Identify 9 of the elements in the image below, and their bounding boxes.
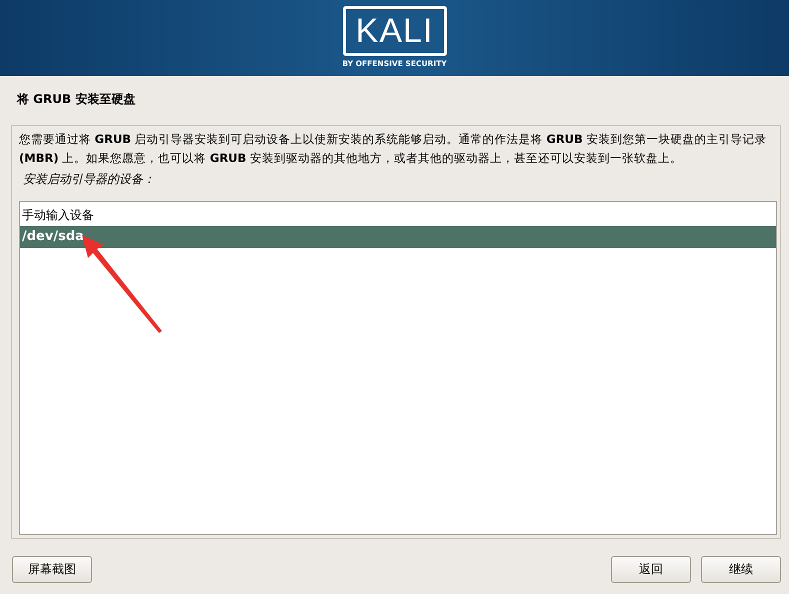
logo-text: KALI [356, 12, 434, 50]
description-text: 您需要通过将 GRUB 启动引导器安装到可启动设备上以使新安装的系统能够启动。通常的作法是将 GRUB 安装到您第一块硬盘的主引导记录 (MBR) 上。如果您愿意，也可以将 GRUB 安装到驱动器的其他地方，或者其他的驱动器上，甚至还可以安装到一张软盘上。 [19, 131, 768, 167]
device-item[interactable]: 手动输入设备 [20, 204, 776, 226]
back-button[interactable]: 返回 [611, 556, 691, 583]
continue-button[interactable]: 继续 [701, 556, 781, 583]
device-item[interactable]: /dev/sda [20, 226, 776, 248]
page-title: 将 GRUB 安装至硬盘 [16, 91, 136, 108]
prompt-label: 安装启动引导器的设备： [23, 171, 156, 188]
screenshot-button[interactable]: 屏幕截图 [12, 556, 92, 583]
